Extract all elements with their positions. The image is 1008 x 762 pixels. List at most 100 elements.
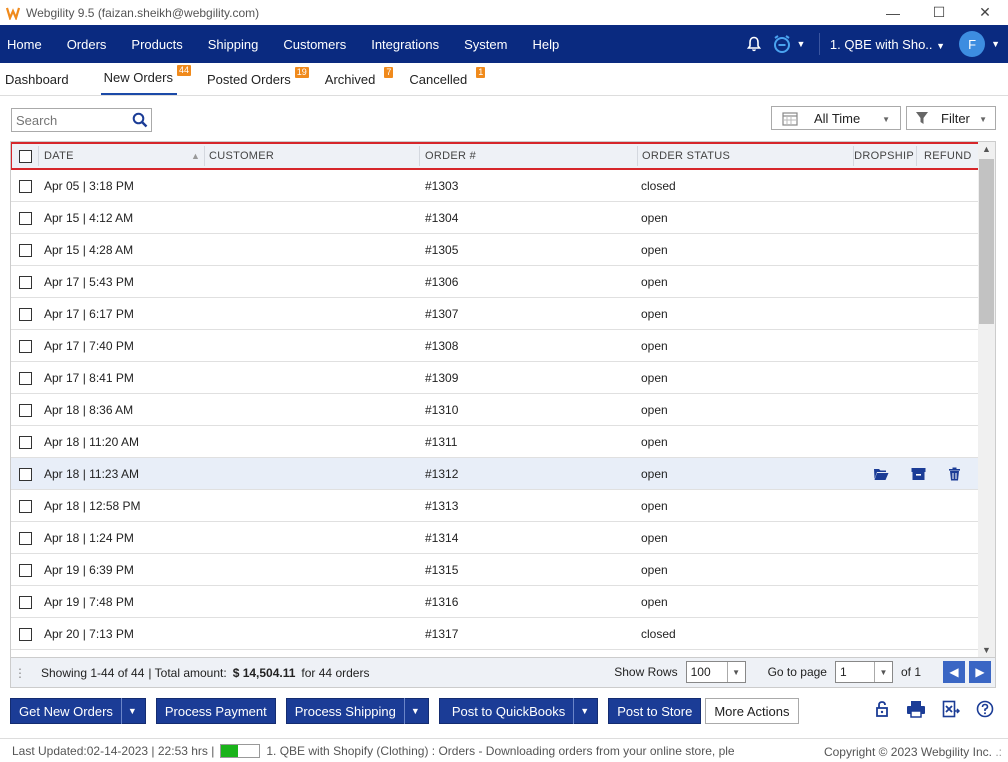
minimize-button[interactable]: — [870, 0, 916, 25]
open-folder-icon[interactable] [873, 467, 889, 481]
more-actions-button[interactable]: More Actions [705, 698, 799, 724]
table-row[interactable]: Apr 05 | 3:18 PM #1303 closed [11, 170, 979, 202]
count-badge: 44 [176, 65, 191, 76]
export-excel-icon[interactable] [942, 700, 960, 718]
chevron-down-icon[interactable]: ▼ [403, 698, 420, 724]
post-to-store-button[interactable]: Post to Store [608, 698, 702, 724]
chevron-down-icon[interactable]: ▼ [573, 698, 589, 724]
window-controls: — ☐ ✕ [870, 0, 1008, 25]
nav-orders[interactable]: Orders [60, 37, 119, 52]
row-checkbox-cell [19, 266, 32, 298]
row-checkbox[interactable] [19, 531, 32, 545]
table-row[interactable]: Apr 18 | 12:58 PM #1313 open [11, 490, 979, 522]
tab-new-orders[interactable]: New Orders 44 [100, 65, 191, 95]
scrollbar-thumb[interactable] [979, 159, 994, 324]
get-new-orders-button[interactable]: Get New Orders ▼ [10, 698, 146, 724]
help-icon[interactable] [976, 700, 994, 718]
table-row[interactable]: Apr 15 | 4:28 AM #1305 open [11, 234, 979, 266]
nav-products[interactable]: Products [124, 37, 194, 52]
table-row[interactable]: Apr 19 | 7:48 PM #1316 open [11, 586, 979, 618]
nav-help[interactable]: Help [525, 37, 571, 52]
filter-button[interactable]: Filter ▼ [906, 106, 996, 130]
row-checkbox[interactable] [19, 179, 32, 193]
nav-shipping[interactable]: Shipping [201, 37, 271, 52]
row-checkbox[interactable] [19, 307, 32, 321]
table-row[interactable]: Apr 17 | 7:40 PM #1308 open [11, 330, 979, 362]
table-row[interactable]: Apr 18 | 11:23 AM #1312 open [11, 458, 979, 490]
search-icon[interactable] [132, 112, 148, 128]
show-rows-value: 100 [690, 665, 711, 679]
table-row[interactable]: Apr 18 | 8:36 AM #1310 open [11, 394, 979, 426]
search-input[interactable] [16, 112, 131, 128]
row-checkbox[interactable] [19, 499, 32, 513]
archive-icon[interactable] [911, 467, 926, 481]
time-range-dropdown[interactable]: All Time ▼ [771, 106, 901, 130]
nav-customers[interactable]: Customers [276, 37, 358, 52]
column-header-order-status[interactable]: ORDER STATUS [642, 142, 730, 170]
row-checkbox[interactable] [19, 371, 32, 385]
scroll-down-icon[interactable]: ▼ [982, 645, 991, 655]
column-header-customer[interactable]: CUSTOMER [209, 142, 274, 170]
table-row[interactable]: Apr 18 | 1:24 PM #1314 open [11, 522, 979, 554]
print-icon[interactable] [906, 700, 926, 718]
row-checkbox[interactable] [19, 403, 32, 417]
column-header-label: ORDER STATUS [642, 150, 731, 162]
store-selector[interactable]: 1. QBE with Sho.. ▼ [830, 37, 945, 52]
webgility-logo-icon [6, 7, 20, 20]
page-select[interactable]: 1 ▼ [834, 661, 893, 683]
table-row[interactable]: Apr 20 | 7:13 PM #1317 closed [11, 618, 979, 650]
row-checkbox[interactable] [19, 467, 32, 481]
tab-cancelled[interactable]: Cancelled 1 [409, 67, 486, 95]
row-checkbox[interactable] [19, 595, 32, 609]
cell-date: Apr 19 | 7:48 PM [44, 595, 134, 609]
close-button[interactable]: ✕ [962, 0, 1008, 25]
previous-page-button[interactable]: ◀ [943, 661, 965, 683]
tab-dashboard[interactable]: Dashboard [5, 72, 73, 95]
chevron-down-icon[interactable]: ▼ [120, 698, 137, 724]
unlock-icon[interactable] [874, 700, 890, 718]
bell-icon[interactable] [739, 36, 769, 52]
post-to-quickbooks-button[interactable]: Post to QuickBooks ▼ [438, 698, 599, 724]
window-titlebar: Webgility 9.5 (faizan.sheikh@webgility.c… [0, 0, 1008, 25]
table-row[interactable]: Apr 17 | 6:17 PM #1307 open [11, 298, 979, 330]
nav-system[interactable]: System [457, 37, 519, 52]
row-checkbox[interactable] [19, 339, 32, 353]
trash-icon[interactable] [948, 467, 961, 481]
row-checkbox[interactable] [19, 211, 32, 225]
column-header-date[interactable]: DATE ▲ [44, 142, 204, 170]
process-shipping-button[interactable]: Process Shipping ▼ [285, 698, 429, 724]
tab-posted-orders[interactable]: Posted Orders 19 [207, 67, 309, 95]
column-header-order-number[interactable]: ORDER # [425, 142, 476, 170]
cell-order-number: #1305 [425, 243, 459, 257]
chevron-down-icon[interactable]: ▼ [991, 39, 1000, 49]
table-row[interactable]: Apr 15 | 4:12 AM #1304 open [11, 202, 979, 234]
table-row[interactable]: Apr 19 | 6:39 PM #1315 open [11, 554, 979, 586]
row-checkbox[interactable] [19, 627, 32, 641]
next-page-button[interactable]: ▶ [969, 661, 991, 683]
table-row[interactable]: Apr 17 | 5:43 PM #1306 open [11, 266, 979, 298]
table-row[interactable]: Apr 18 | 11:20 AM #1311 open [11, 426, 979, 458]
column-header-refund[interactable]: REFUND [924, 142, 972, 170]
show-rows-select[interactable]: 100 ▼ [685, 661, 746, 683]
nav-integrations[interactable]: Integrations [364, 37, 451, 52]
grip-icon[interactable]: ⋮ [11, 666, 29, 680]
row-checkbox[interactable] [19, 275, 32, 289]
nav-home[interactable]: Home [0, 37, 54, 52]
column-header-dropship[interactable]: DROPSHIP [854, 142, 914, 170]
page-value: 1 [839, 665, 847, 679]
table-row[interactable]: Apr 17 | 8:41 PM #1309 open [11, 362, 979, 394]
scroll-up-icon[interactable]: ▲ [982, 144, 991, 154]
maximize-button[interactable]: ☐ [916, 0, 962, 25]
alarm-clock-icon[interactable]: ▼ [769, 34, 809, 54]
row-checkbox-cell [19, 234, 32, 266]
row-checkbox[interactable] [19, 563, 32, 577]
grid-rows: Apr 05 | 3:18 PM #1303 closed Apr 15 | 4:12… [11, 170, 979, 650]
process-payment-button[interactable]: Process Payment [155, 698, 276, 724]
vertical-scrollbar[interactable]: ▲ ▼ [978, 142, 995, 657]
select-all-checkbox[interactable] [19, 149, 32, 163]
row-checkbox-cell [19, 170, 32, 202]
user-avatar[interactable]: F [959, 31, 986, 57]
tab-archived[interactable]: Archived 7 [325, 67, 394, 95]
row-checkbox[interactable] [19, 243, 32, 257]
row-checkbox[interactable] [19, 435, 32, 449]
